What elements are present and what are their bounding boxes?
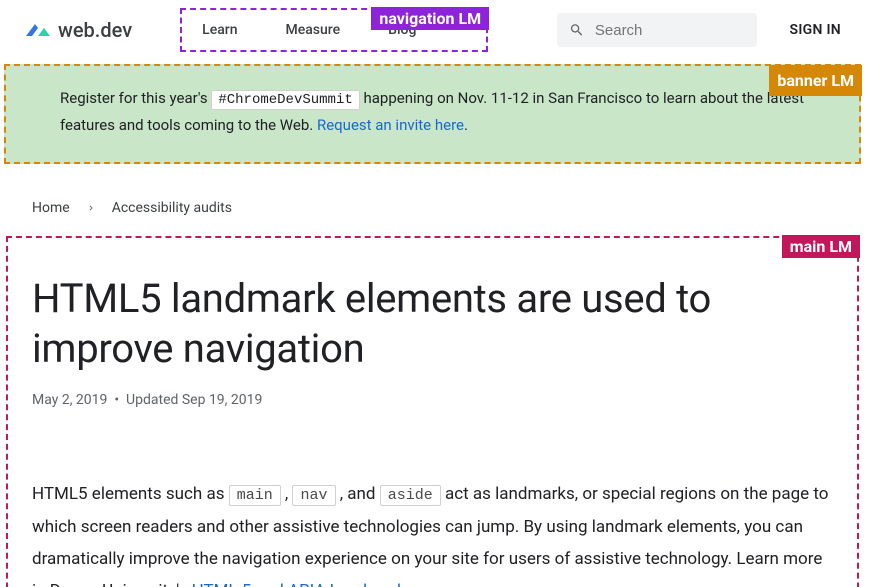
header-right: SIGN IN xyxy=(557,13,841,47)
main-content: main LM HTML5 landmark elements are used… xyxy=(6,236,859,587)
nav-item-measure[interactable]: Measure xyxy=(286,22,341,38)
announcement-banner: banner LM Register for this year's #Chro… xyxy=(4,64,861,164)
webdev-logo-icon xyxy=(24,18,50,42)
breadcrumb-home[interactable]: Home xyxy=(32,200,70,216)
search-input[interactable] xyxy=(595,22,746,39)
site-header: web.dev Learn Measure Blog About navigat… xyxy=(0,0,865,60)
breadcrumb-current[interactable]: Accessibility audits xyxy=(112,200,232,216)
landmark-label-navigation: navigation LM xyxy=(371,7,489,30)
breadcrumb: Home Accessibility audits xyxy=(0,164,865,236)
search-icon xyxy=(569,21,584,39)
code-main: main xyxy=(229,485,281,506)
chevron-right-icon xyxy=(86,203,96,213)
page-title: HTML5 landmark elements are used to impr… xyxy=(32,274,833,374)
code-aside: aside xyxy=(380,485,441,506)
primary-navigation: Learn Measure Blog About navigation LM xyxy=(180,8,488,52)
updated-date: Updated Sep 19, 2019 xyxy=(126,392,262,408)
banner-hashtag: #ChromeDevSummit xyxy=(211,90,359,110)
article-meta: May 2, 2019 • Updated Sep 19, 2019 xyxy=(32,392,833,408)
deque-landmarks-link[interactable]: HTML 5 and ARIA Landmarks xyxy=(192,581,415,587)
published-date: May 2, 2019 xyxy=(32,392,107,408)
banner-text-post: . xyxy=(464,116,468,134)
signin-button[interactable]: SIGN IN xyxy=(789,22,841,38)
site-logo[interactable]: web.dev xyxy=(24,18,132,42)
banner-invite-link[interactable]: Request an invite here xyxy=(317,116,464,134)
meta-separator: • xyxy=(114,392,119,408)
nav-item-learn[interactable]: Learn xyxy=(202,22,237,38)
code-nav: nav xyxy=(292,485,335,506)
landmark-label-main: main LM xyxy=(782,235,860,258)
landmark-label-banner: banner LM xyxy=(769,65,862,96)
search-box[interactable] xyxy=(557,13,757,47)
article-body: HTML5 elements such as main , nav , and … xyxy=(32,478,833,587)
brand-text: web.dev xyxy=(58,18,132,42)
banner-text-pre: Register for this year's xyxy=(60,89,211,107)
